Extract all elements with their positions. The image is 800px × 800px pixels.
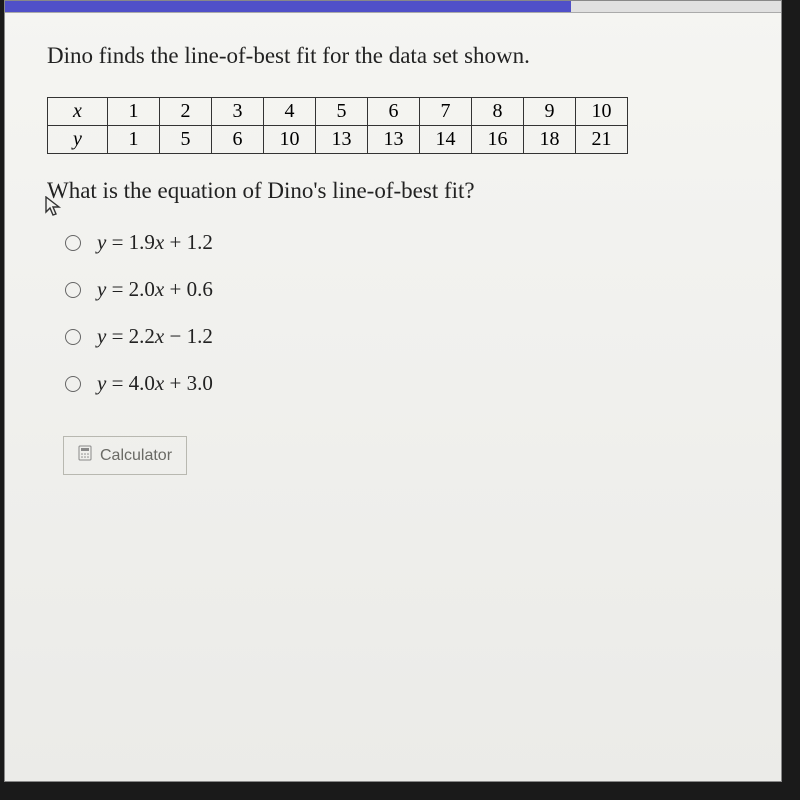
options-list: y = 1.9x + 1.2 y = 2.0x + 0.6 y = 2.2x −… (47, 230, 739, 396)
cell: 10 (264, 126, 316, 154)
row-label-y: y (48, 126, 108, 154)
cell: 7 (420, 98, 472, 126)
cell: 18 (524, 126, 576, 154)
option-c[interactable]: y = 2.2x − 1.2 (65, 324, 739, 349)
radio-icon[interactable] (65, 329, 81, 345)
cell: 16 (472, 126, 524, 154)
cell: 14 (420, 126, 472, 154)
data-table: x 1 2 3 4 5 6 7 8 9 10 y 1 5 6 1 (47, 97, 628, 154)
content-area: Dino finds the line-of-best fit for the … (4, 0, 782, 782)
option-label: y = 2.0x + 0.6 (97, 277, 213, 302)
calculator-label: Calculator (100, 447, 172, 465)
option-label: y = 2.2x − 1.2 (97, 324, 213, 349)
cell: 9 (524, 98, 576, 126)
cell: 10 (576, 98, 628, 126)
calculator-icon (78, 445, 92, 466)
row-label-x: x (48, 98, 108, 126)
cell: 2 (160, 98, 212, 126)
cell: 13 (368, 126, 420, 154)
cell: 4 (264, 98, 316, 126)
option-a[interactable]: y = 1.9x + 1.2 (65, 230, 739, 255)
cell: 5 (316, 98, 368, 126)
radio-icon[interactable] (65, 235, 81, 251)
option-label: y = 4.0x + 3.0 (97, 371, 213, 396)
cell: 3 (212, 98, 264, 126)
progress-fill (5, 1, 571, 12)
sub-question: What is the equation of Dino's line-of-b… (47, 178, 739, 204)
progress-bar (5, 1, 781, 13)
cell: 6 (368, 98, 420, 126)
cell: 8 (472, 98, 524, 126)
screen-frame: Dino finds the line-of-best fit for the … (0, 0, 800, 800)
table-row-x: x 1 2 3 4 5 6 7 8 9 10 (48, 98, 628, 126)
radio-icon[interactable] (65, 376, 81, 392)
question-prompt: Dino finds the line-of-best fit for the … (47, 43, 739, 69)
table-row-y: y 1 5 6 10 13 13 14 16 18 21 (48, 126, 628, 154)
option-label: y = 1.9x + 1.2 (97, 230, 213, 255)
radio-icon[interactable] (65, 282, 81, 298)
cell: 5 (160, 126, 212, 154)
question-body: Dino finds the line-of-best fit for the … (5, 13, 781, 505)
cell: 13 (316, 126, 368, 154)
cell: 21 (576, 126, 628, 154)
cursor-icon (45, 196, 63, 224)
option-d[interactable]: y = 4.0x + 3.0 (65, 371, 739, 396)
cell: 1 (108, 98, 160, 126)
cell: 6 (212, 126, 264, 154)
option-b[interactable]: y = 2.0x + 0.6 (65, 277, 739, 302)
cell: 1 (108, 126, 160, 154)
calculator-button[interactable]: Calculator (63, 436, 187, 475)
